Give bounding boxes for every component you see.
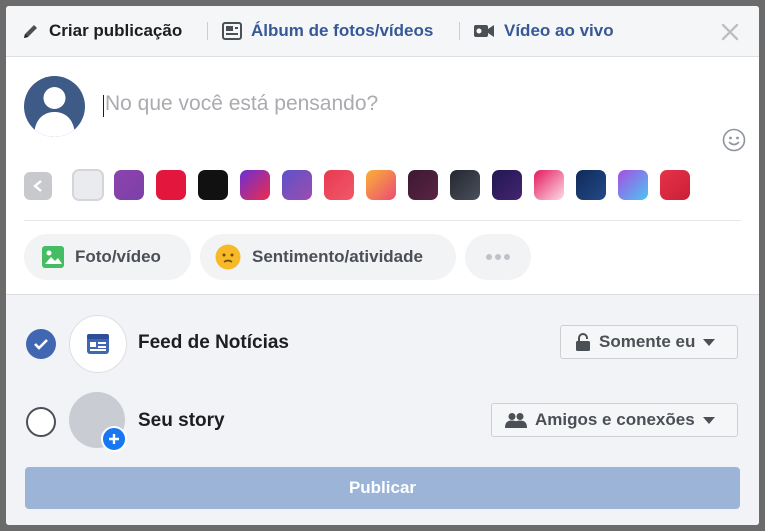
photo-video-button[interactable]: Foto/vídeo (24, 234, 191, 280)
close-button[interactable] (718, 20, 742, 44)
story-label: Seu story (138, 410, 225, 431)
chevron-left-icon (33, 180, 42, 192)
audience-section: Feed de Notícias Somente eu Seu story Am… (6, 294, 759, 525)
background-swatch-red[interactable] (156, 170, 186, 200)
tab-divider (459, 22, 460, 40)
background-swatch-hearts[interactable] (324, 170, 354, 200)
lock-icon (575, 333, 591, 351)
story-checkbox[interactable] (26, 407, 56, 437)
background-swatch-violet[interactable] (282, 170, 312, 200)
smiley-icon (722, 128, 746, 152)
emoji-picker-button[interactable] (722, 128, 746, 152)
tab-create-post-label: Criar publicação (49, 21, 183, 40)
post-text-input[interactable]: No que você está pensando? (105, 92, 378, 116)
caret-down-icon (703, 338, 716, 346)
news-feed-checkbox[interactable] (26, 329, 56, 359)
background-swatch-galaxy[interactable] (492, 170, 522, 200)
photo-album-icon (222, 22, 242, 40)
more-dots-icon (486, 254, 510, 260)
tab-create-post[interactable]: Criar publicação (22, 6, 182, 56)
background-swatch-orange-pink[interactable] (366, 170, 396, 200)
checkmark-icon (34, 339, 48, 350)
background-swatch-dark-plum[interactable] (408, 170, 438, 200)
background-swatch-purple-red[interactable] (240, 170, 270, 200)
tab-photo-album-label: Álbum de fotos/vídeos (251, 21, 434, 40)
divider (24, 220, 741, 221)
feeling-activity-button[interactable]: Sentimento/atividade (200, 234, 456, 280)
photo-icon (42, 246, 64, 268)
pencil-icon (22, 22, 40, 40)
tab-live-video-label: Vídeo ao vivo (504, 21, 614, 40)
background-collapse-button[interactable] (24, 172, 52, 200)
story-privacy-dropdown[interactable]: Amigos e conexões (491, 403, 738, 437)
background-swatch-white[interactable] (72, 169, 104, 201)
friends-icon (505, 412, 527, 428)
background-swatch-navy-city[interactable] (576, 170, 606, 200)
add-story-button[interactable] (101, 426, 127, 452)
background-swatch-pink-white[interactable] (534, 170, 564, 200)
news-feed-icon-circle (69, 315, 127, 373)
tab-photo-album[interactable]: Álbum de fotos/vídeos (222, 6, 433, 56)
dialog-tabs: Criar publicação Álbum de fotos/vídeos V… (6, 6, 759, 57)
photo-video-label: Foto/vídeo (75, 247, 161, 266)
news-feed-icon (87, 334, 109, 354)
more-options-button[interactable] (465, 234, 531, 280)
background-swatch-black[interactable] (198, 170, 228, 200)
video-camera-icon (473, 23, 495, 39)
background-swatch-purple-blue[interactable] (618, 170, 648, 200)
news-feed-privacy-dropdown[interactable]: Somente eu (560, 325, 738, 359)
plus-icon (109, 434, 119, 444)
create-post-dialog: Criar publicação Álbum de fotos/vídeos V… (6, 6, 759, 525)
news-feed-privacy-value: Somente eu (599, 332, 696, 351)
feeling-icon (215, 244, 241, 270)
tab-divider (207, 22, 208, 40)
caret-down-icon (702, 416, 715, 424)
publish-button[interactable]: Publicar (25, 467, 740, 509)
text-cursor (103, 95, 104, 117)
close-icon (721, 23, 739, 41)
default-profile-icon (34, 87, 75, 137)
tab-live-video[interactable]: Vídeo ao vivo (473, 6, 614, 56)
story-privacy-value: Amigos e conexões (535, 410, 695, 429)
background-swatch-purple[interactable] (114, 170, 144, 200)
background-swatch-crimson[interactable] (660, 170, 690, 200)
background-swatch-slate[interactable] (450, 170, 480, 200)
feeling-activity-label: Sentimento/atividade (252, 247, 423, 266)
avatar (24, 76, 85, 137)
news-feed-label: Feed de Notícias (138, 332, 289, 353)
